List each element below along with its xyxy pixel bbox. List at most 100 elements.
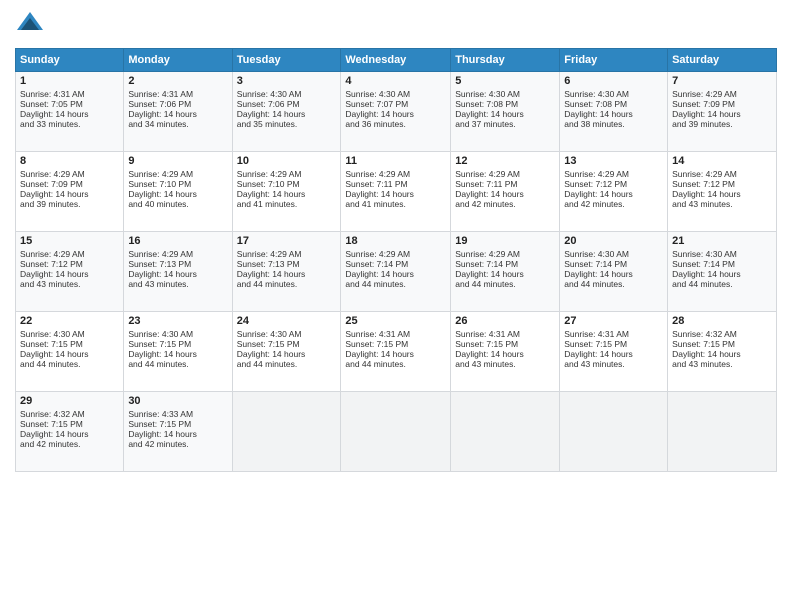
daylight-value: and 44 minutes. [564, 279, 624, 289]
daylight-label: Daylight: 14 hours [455, 189, 524, 199]
sunrise-info: Sunrise: 4:29 AM [345, 249, 410, 259]
daylight-label: Daylight: 14 hours [345, 189, 414, 199]
daylight-label: Daylight: 14 hours [20, 429, 89, 439]
sunset-info: Sunset: 7:12 PM [564, 179, 627, 189]
day-number: 11 [345, 155, 446, 167]
day-number: 15 [20, 235, 119, 247]
calendar-cell: 3Sunrise: 4:30 AMSunset: 7:06 PMDaylight… [232, 72, 341, 152]
day-header-sunday: Sunday [16, 49, 124, 72]
sunset-info: Sunset: 7:13 PM [128, 259, 191, 269]
sunset-info: Sunset: 7:15 PM [455, 339, 518, 349]
daylight-value: and 44 minutes. [20, 359, 80, 369]
sunrise-info: Sunrise: 4:31 AM [20, 89, 85, 99]
daylight-label: Daylight: 14 hours [672, 109, 741, 119]
sunrise-info: Sunrise: 4:29 AM [564, 169, 629, 179]
calendar-cell: 28Sunrise: 4:32 AMSunset: 7:15 PMDayligh… [668, 312, 777, 392]
sunset-info: Sunset: 7:15 PM [237, 339, 300, 349]
calendar-cell: 30Sunrise: 4:33 AMSunset: 7:15 PMDayligh… [124, 392, 232, 472]
daylight-label: Daylight: 14 hours [128, 429, 197, 439]
calendar-cell: 26Sunrise: 4:31 AMSunset: 7:15 PMDayligh… [451, 312, 560, 392]
sunrise-info: Sunrise: 4:30 AM [237, 329, 302, 339]
day-header-thursday: Thursday [451, 49, 560, 72]
day-number: 6 [564, 75, 663, 87]
calendar-cell: 29Sunrise: 4:32 AMSunset: 7:15 PMDayligh… [16, 392, 124, 472]
daylight-label: Daylight: 14 hours [564, 189, 633, 199]
daylight-label: Daylight: 14 hours [20, 109, 89, 119]
sunrise-info: Sunrise: 4:29 AM [672, 169, 737, 179]
day-number: 27 [564, 315, 663, 327]
calendar-cell: 11Sunrise: 4:29 AMSunset: 7:11 PMDayligh… [341, 152, 451, 232]
calendar-header-row: SundayMondayTuesdayWednesdayThursdayFrid… [16, 49, 777, 72]
daylight-label: Daylight: 14 hours [20, 269, 89, 279]
sunrise-info: Sunrise: 4:31 AM [455, 329, 520, 339]
day-number: 10 [237, 155, 337, 167]
daylight-label: Daylight: 14 hours [345, 269, 414, 279]
sunset-info: Sunset: 7:15 PM [128, 419, 191, 429]
day-number: 7 [672, 75, 772, 87]
calendar-cell: 4Sunrise: 4:30 AMSunset: 7:07 PMDaylight… [341, 72, 451, 152]
day-number: 20 [564, 235, 663, 247]
calendar-cell: 19Sunrise: 4:29 AMSunset: 7:14 PMDayligh… [451, 232, 560, 312]
calendar-cell: 14Sunrise: 4:29 AMSunset: 7:12 PMDayligh… [668, 152, 777, 232]
daylight-value: and 42 minutes. [20, 439, 80, 449]
sunset-info: Sunset: 7:14 PM [564, 259, 627, 269]
calendar-cell: 12 Sunrise: 4:29 AMSunset: 7:11 PMDayligh… [451, 152, 560, 232]
daylight-value: and 44 minutes. [237, 359, 297, 369]
sunset-info: Sunset: 7:08 PM [455, 99, 518, 109]
daylight-value: and 42 minutes. [564, 199, 624, 209]
day-number: 19 [455, 235, 555, 247]
day-number: 22 [20, 315, 119, 327]
daylight-value: and 44 minutes. [237, 279, 297, 289]
calendar-cell: 25Sunrise: 4:31 AMSunset: 7:15 PMDayligh… [341, 312, 451, 392]
day-number: 30 [128, 395, 227, 407]
sunrise-info: Sunrise: 4:29 AM [237, 169, 302, 179]
daylight-value: and 39 minutes. [20, 199, 80, 209]
daylight-label: Daylight: 14 hours [237, 189, 306, 199]
day-number: 2 [128, 75, 227, 87]
day-header-wednesday: Wednesday [341, 49, 451, 72]
daylight-value: and 38 minutes. [564, 119, 624, 129]
sunrise-info: Sunrise: 4:29 AM [20, 249, 85, 259]
sunset-info: Sunset: 7:15 PM [345, 339, 408, 349]
day-number: 24 [237, 315, 337, 327]
calendar-cell: 5Sunrise: 4:30 AMSunset: 7:08 PMDaylight… [451, 72, 560, 152]
calendar-cell: 7Sunrise: 4:29 AMSunset: 7:09 PMDaylight… [668, 72, 777, 152]
daylight-value: and 42 minutes. [128, 439, 188, 449]
daylight-value: and 43 minutes. [128, 279, 188, 289]
sunrise-info: Sunrise: 4:29 AM [20, 169, 85, 179]
daylight-value: and 40 minutes. [128, 199, 188, 209]
calendar-cell: 23Sunrise: 4:30 AMSunset: 7:15 PMDayligh… [124, 312, 232, 392]
calendar-cell: 1Sunrise: 4:31 AMSunset: 7:05 PMDaylight… [16, 72, 124, 152]
sunrise-info: Sunrise: 4:30 AM [237, 89, 302, 99]
day-number: 12 [455, 155, 555, 167]
calendar-cell: 18Sunrise: 4:29 AMSunset: 7:14 PMDayligh… [341, 232, 451, 312]
day-header-tuesday: Tuesday [232, 49, 341, 72]
calendar-week-0: 1Sunrise: 4:31 AMSunset: 7:05 PMDaylight… [16, 72, 777, 152]
daylight-label: Daylight: 14 hours [564, 109, 633, 119]
daylight-value: and 41 minutes. [345, 199, 405, 209]
day-number: 26 [455, 315, 555, 327]
day-number: 29 [20, 395, 119, 407]
sunset-info: Sunset: 7:10 PM [237, 179, 300, 189]
sunset-info: Sunset: 7:12 PM [20, 259, 83, 269]
sunset-info: Sunset: 7:11 PM [455, 179, 517, 189]
sunrise-info: Sunrise: 4:30 AM [20, 329, 85, 339]
daylight-label: Daylight: 14 hours [128, 269, 197, 279]
sunset-info: Sunset: 7:10 PM [128, 179, 191, 189]
sunset-info: Sunset: 7:15 PM [128, 339, 191, 349]
sunset-info: Sunset: 7:15 PM [672, 339, 735, 349]
sunrise-info: Sunrise: 4:29 AM [455, 169, 520, 179]
day-header-saturday: Saturday [668, 49, 777, 72]
sunrise-info: Sunrise: 4:31 AM [345, 329, 410, 339]
sunrise-info: Sunrise: 4:31 AM [564, 329, 629, 339]
sunrise-info: Sunrise: 4:30 AM [564, 249, 629, 259]
daylight-label: Daylight: 14 hours [345, 349, 414, 359]
sunset-info: Sunset: 7:14 PM [345, 259, 408, 269]
header [15, 10, 777, 40]
daylight-label: Daylight: 14 hours [564, 269, 633, 279]
sunset-info: Sunset: 7:05 PM [20, 99, 83, 109]
calendar-cell: 22Sunrise: 4:30 AMSunset: 7:15 PMDayligh… [16, 312, 124, 392]
sunset-info: Sunset: 7:06 PM [128, 99, 191, 109]
day-number: 28 [672, 315, 772, 327]
calendar-cell: 10 Sunrise: 4:29 AMSunset: 7:10 PMDayligh… [232, 152, 341, 232]
